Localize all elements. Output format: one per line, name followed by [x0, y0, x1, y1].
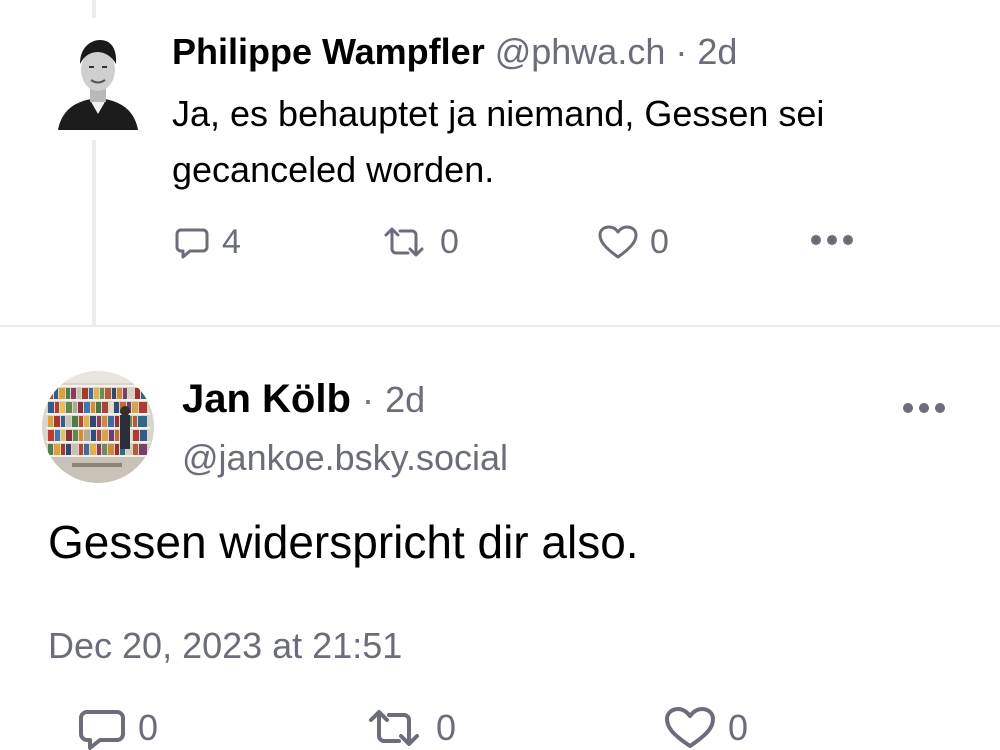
more-options-button[interactable] [900, 400, 950, 421]
post-divider [0, 325, 1000, 327]
post-age[interactable]: 2d [385, 379, 425, 420]
author-name[interactable]: Philippe Wampfler [172, 31, 485, 72]
more-dots-icon [808, 232, 858, 248]
reply-count: 4 [222, 223, 241, 261]
repost-count: 0 [436, 707, 457, 748]
like-count: 0 [650, 223, 669, 261]
thread-line-bottom [92, 140, 96, 326]
repost-button[interactable]: 0 [380, 222, 459, 262]
reply-button[interactable]: 4 [174, 222, 241, 262]
post-header: Jan Kölb · 2d [182, 374, 425, 425]
repost-count: 0 [440, 223, 459, 261]
comment-icon [174, 224, 210, 260]
heart-icon [664, 706, 716, 750]
separator-dot: · [675, 31, 688, 72]
author-handle[interactable]: @phwa.ch [495, 31, 666, 72]
repost-icon [380, 224, 428, 260]
like-button[interactable]: 0 [598, 222, 669, 262]
more-dots-icon [900, 403, 950, 420]
repost-button[interactable]: 0 [364, 706, 456, 750]
thread-line-top [92, 0, 96, 18]
post-timestamp: Dec 20, 2023 at 21:51 [48, 625, 403, 666]
post-header: Philippe Wampfler @phwa.ch · 2d [172, 30, 737, 74]
post-text: Gessen widerspricht dir also. [48, 516, 639, 568]
reply-button[interactable]: 0 [78, 706, 158, 750]
more-options-button[interactable] [808, 232, 858, 248]
reply-count: 0 [138, 707, 159, 748]
post-text: Ja, es behauptet ja niemand, Gessen sei … [172, 93, 825, 190]
post-age[interactable]: 2d [697, 31, 737, 72]
comment-icon [78, 706, 126, 750]
author-name[interactable]: Jan Kölb [182, 377, 351, 421]
avatar[interactable] [42, 371, 154, 483]
heart-icon [598, 224, 638, 260]
author-handle[interactable]: @jankoe.bsky.social [182, 436, 508, 480]
repost-icon [364, 706, 424, 750]
separator-dot: · [362, 379, 375, 420]
like-button[interactable]: 0 [664, 706, 748, 750]
like-count: 0 [728, 707, 749, 748]
avatar[interactable] [54, 34, 142, 130]
